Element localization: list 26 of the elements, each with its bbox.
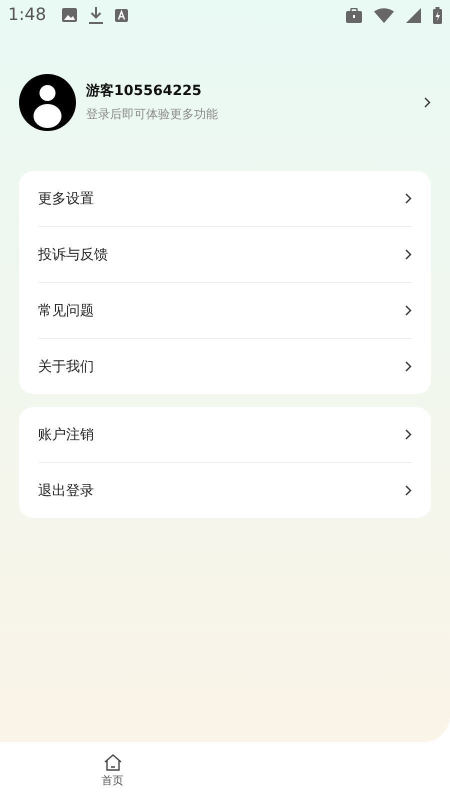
status-time: 1:48 bbox=[8, 5, 46, 25]
chevron-right-icon bbox=[405, 305, 412, 316]
chevron-right-icon bbox=[405, 429, 412, 440]
signal-icon bbox=[406, 8, 421, 22]
briefcase-icon bbox=[346, 8, 362, 22]
menu-item[interactable]: 退出登录 bbox=[38, 482, 94, 500]
chevron-right-icon bbox=[424, 97, 431, 108]
nav-tab[interactable]: 首页 bbox=[0, 742, 225, 800]
user-name: 游客105564225 bbox=[86, 82, 203, 100]
login-hint: 登录后即可体验更多功能 bbox=[86, 106, 219, 123]
menu-item[interactable]: 关于我们 bbox=[38, 358, 94, 376]
wifi-icon bbox=[374, 8, 394, 22]
image-icon bbox=[62, 8, 78, 22]
home-icon bbox=[104, 754, 122, 771]
menu-item[interactable]: 投诉与反馈 bbox=[38, 246, 108, 264]
menu-item[interactable]: 更多设置 bbox=[38, 190, 94, 208]
download-icon bbox=[89, 6, 104, 24]
app-icon bbox=[115, 8, 128, 22]
chevron-right-icon bbox=[405, 361, 412, 372]
chevron-right-icon bbox=[405, 249, 412, 260]
chevron-right-icon bbox=[405, 193, 412, 204]
menu-item[interactable]: 常见问题 bbox=[38, 302, 94, 320]
battery-icon bbox=[433, 6, 442, 24]
menu-item[interactable]: 账户注销 bbox=[38, 426, 94, 444]
chevron-right-icon bbox=[405, 485, 412, 496]
avatar bbox=[19, 74, 76, 131]
